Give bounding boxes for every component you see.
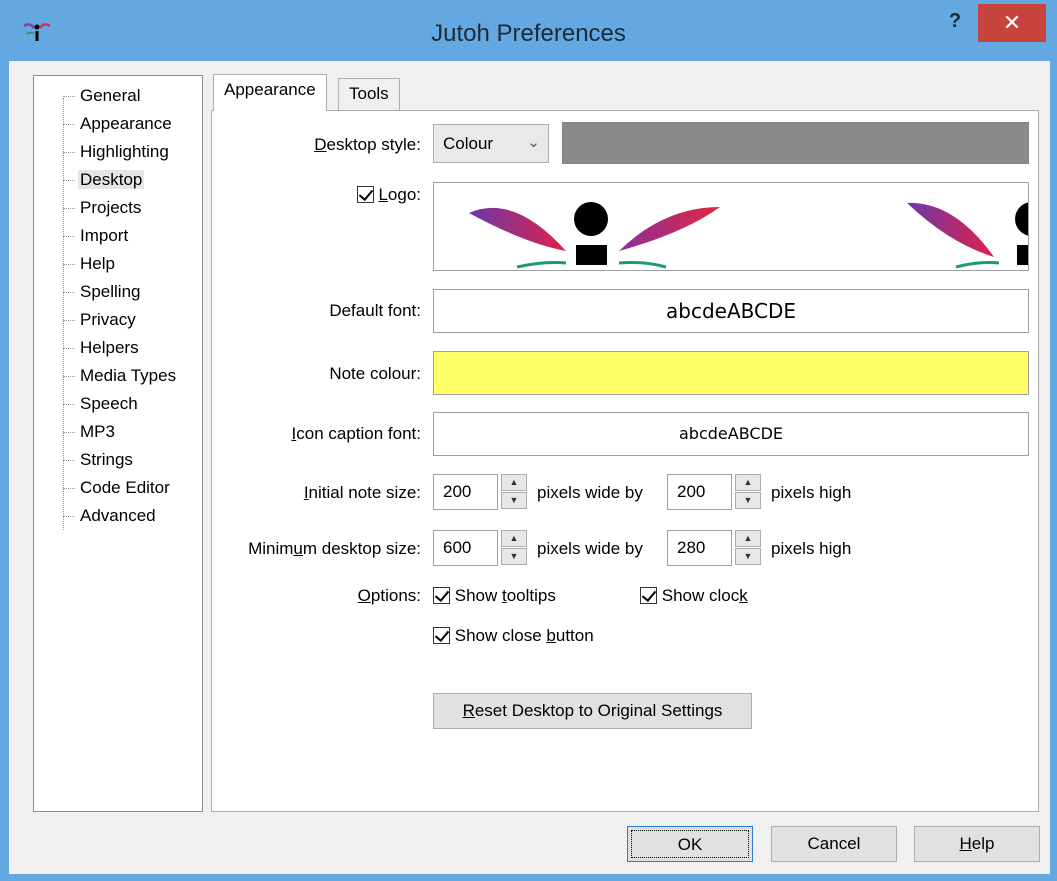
- context-help-button[interactable]: ?: [940, 6, 970, 36]
- appearance-tab-panel: Desktop style: Colour ⌄ Logo: Default fo…: [211, 110, 1039, 812]
- dialog-client-area: General Appearance Highlighting Desktop …: [9, 61, 1050, 874]
- preferences-tree[interactable]: General Appearance Highlighting Desktop …: [33, 75, 203, 812]
- jutoh-logo-image: [469, 202, 1028, 269]
- ok-button[interactable]: OK: [627, 826, 753, 862]
- tree-item-speech[interactable]: Speech: [63, 390, 140, 418]
- logo-checkbox[interactable]: Logo:: [356, 185, 421, 205]
- close-button[interactable]: ✕: [978, 4, 1046, 42]
- tree-item-label: General: [80, 86, 141, 105]
- show-tooltips-checkbox[interactable]: Show tooltips: [433, 586, 556, 606]
- tree-item-projects[interactable]: Projects: [63, 194, 143, 222]
- title-bar[interactable]: Jutoh Preferences ? ✕: [0, 0, 1057, 60]
- desktop-colour-swatch[interactable]: [562, 122, 1029, 164]
- icon-caption-font-button[interactable]: abcdeABCDE: [433, 412, 1029, 456]
- default-font-label: Default font:: [329, 301, 421, 320]
- desktop-style-label: Desktop style:: [314, 135, 421, 154]
- pixels-wide-by-text: pixels wide by: [537, 483, 643, 502]
- note-colour-swatch[interactable]: [433, 351, 1029, 395]
- tree-item-appearance[interactable]: Appearance: [63, 110, 174, 138]
- tree-item-code-editor[interactable]: Code Editor: [63, 474, 172, 502]
- tree-item-help[interactable]: Help: [63, 250, 117, 278]
- logo-checkbox-box[interactable]: [356, 186, 374, 203]
- tree-item-label: Spelling: [80, 282, 141, 301]
- icon-caption-font-label: Icon caption font:: [291, 424, 422, 443]
- tree-item-label: Advanced: [80, 506, 156, 525]
- spin-up-icon[interactable]: ▲: [735, 530, 761, 547]
- default-font-button[interactable]: abcdeABCDE: [433, 289, 1029, 333]
- tree-item-highlighting[interactable]: Highlighting: [63, 138, 171, 166]
- spin-up-icon[interactable]: ▲: [501, 530, 527, 547]
- desktop-style-select[interactable]: Colour ⌄: [433, 124, 549, 163]
- initial-note-height-spinner[interactable]: ▲ ▼: [735, 474, 761, 510]
- tree-item-label: Media Types: [80, 366, 177, 385]
- show-tooltips-checkbox-box[interactable]: [433, 587, 450, 604]
- minimum-desktop-size-label: Minimum desktop size:: [248, 539, 421, 558]
- tree-item-label: Projects: [80, 198, 142, 217]
- tree-item-label: Speech: [80, 394, 138, 413]
- spin-up-icon[interactable]: ▲: [501, 474, 527, 491]
- ok-button-label: OK: [631, 830, 749, 858]
- tree-item-label: Help: [80, 254, 115, 273]
- logo-preview[interactable]: [433, 182, 1029, 271]
- tree-item-label: MP3: [80, 422, 115, 441]
- min-desktop-width-input[interactable]: 600: [433, 530, 498, 566]
- tree-item-label: Desktop: [78, 170, 145, 189]
- tree-item-desktop[interactable]: Desktop: [63, 166, 145, 194]
- show-clock-checkbox[interactable]: Show clock: [640, 586, 748, 606]
- spin-down-icon[interactable]: ▼: [735, 492, 761, 509]
- pixels-high-text: pixels high: [771, 483, 852, 502]
- min-desktop-width-spinner[interactable]: ▲ ▼: [501, 530, 527, 566]
- note-colour-label: Note colour:: [329, 364, 421, 383]
- show-close-button-checkbox-box[interactable]: [433, 627, 450, 644]
- chevron-down-icon: ⌄: [527, 134, 540, 151]
- initial-note-height-input[interactable]: 200: [667, 474, 732, 510]
- tree-item-label: Appearance: [80, 114, 172, 133]
- dialog-window: Jutoh Preferences ? ✕ General Appearance…: [0, 0, 1057, 881]
- tree-item-label: Helpers: [80, 338, 139, 357]
- spin-down-icon[interactable]: ▼: [501, 548, 527, 565]
- initial-note-width-input[interactable]: 200: [433, 474, 498, 510]
- tree-item-strings[interactable]: Strings: [63, 446, 135, 474]
- tree-item-label: Highlighting: [80, 142, 169, 161]
- pixels-wide-by-text: pixels wide by: [537, 539, 643, 558]
- min-desktop-height-spinner[interactable]: ▲ ▼: [735, 530, 761, 566]
- cancel-button[interactable]: Cancel: [771, 826, 897, 862]
- tree-item-media-types[interactable]: Media Types: [63, 362, 178, 390]
- tree-item-helpers[interactable]: Helpers: [63, 334, 141, 362]
- reset-desktop-button[interactable]: Reset Desktop to Original Settings: [433, 693, 752, 729]
- min-desktop-height-input[interactable]: 280: [667, 530, 732, 566]
- tab-appearance[interactable]: Appearance: [213, 74, 327, 111]
- show-close-button-checkbox[interactable]: Show close button: [433, 626, 594, 646]
- initial-note-size-label: Initial note size:: [303, 483, 421, 502]
- spin-down-icon[interactable]: ▼: [501, 492, 527, 509]
- spin-up-icon[interactable]: ▲: [735, 474, 761, 491]
- tree-item-label: Privacy: [80, 310, 136, 329]
- spin-down-icon[interactable]: ▼: [735, 548, 761, 565]
- tree-item-mp3[interactable]: MP3: [63, 418, 117, 446]
- tree-item-general[interactable]: General: [63, 82, 142, 110]
- window-title: Jutoh Preferences: [431, 20, 626, 47]
- desktop-style-value: Colour: [443, 134, 494, 153]
- show-clock-checkbox-box[interactable]: [640, 587, 657, 604]
- tree-item-privacy[interactable]: Privacy: [63, 306, 138, 334]
- tree-item-spelling[interactable]: Spelling: [63, 278, 143, 306]
- tree-item-label: Code Editor: [80, 478, 170, 497]
- tab-tools[interactable]: Tools: [338, 78, 400, 110]
- tree-item-advanced[interactable]: Advanced: [63, 502, 158, 530]
- pixels-high-text: pixels high: [771, 539, 852, 558]
- tree-item-label: Strings: [80, 450, 133, 469]
- tree-item-label: Import: [80, 226, 129, 245]
- help-button[interactable]: Help: [914, 826, 1040, 862]
- options-label: Options:: [357, 586, 421, 605]
- tree-item-import[interactable]: Import: [63, 222, 130, 250]
- initial-note-width-spinner[interactable]: ▲ ▼: [501, 474, 527, 510]
